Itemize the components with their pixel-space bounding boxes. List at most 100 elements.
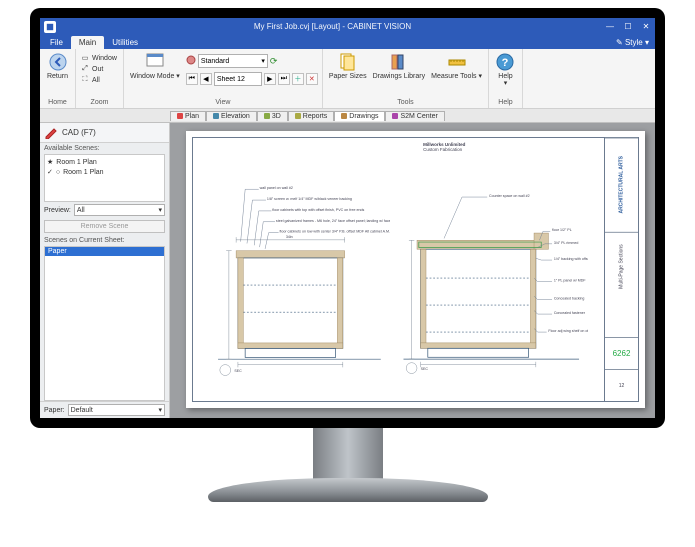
tab-elevation[interactable]: Elevation [206,111,257,121]
svg-text:3/4" PL rimmed: 3/4" PL rimmed [553,241,578,245]
tab-utilities[interactable]: Utilities [104,36,146,49]
tab-file[interactable]: File [42,36,71,49]
sheet-input[interactable] [214,72,262,86]
cube-icon [264,113,270,119]
drawing-header: Millworks Unlimited Custom Fabrication [423,142,465,153]
sheet-scene-item[interactable]: Paper [45,247,164,256]
available-scenes-label: Available Scenes: [40,143,169,154]
tab-main[interactable]: Main [71,36,104,49]
tab-3d[interactable]: 3D [257,111,288,121]
elevation-icon [213,113,219,119]
chevron-down-icon: ▾ [158,206,162,214]
paper-combo[interactable]: Default▾ [68,404,165,416]
window-mode-button[interactable]: Window Mode ▾ [128,51,182,81]
style-dropdown[interactable]: ✎ Style ▾ [610,36,655,49]
cad-pencil-icon [44,125,58,141]
svg-text:1" PL panel w/ MDF: 1" PL panel w/ MDF [553,279,586,283]
svg-text:wall panel on wall #2: wall panel on wall #2 [260,186,293,190]
available-scenes-list[interactable]: ★Room 1 Plan ✓○Room 1 Plan [44,154,165,202]
return-button[interactable]: Return [44,51,71,81]
group-label-home: Home [44,99,71,106]
s2m-icon [392,113,398,119]
check-icon: ✓ [47,168,53,176]
side-panel-title: CAD (F7) [62,128,96,137]
standard-combo[interactable]: Standard▾ [198,54,268,68]
group-label-tools: Tools [327,99,484,106]
svg-text:Floor adj wing shelf on offset: Floor adj wing shelf on offset face inne… [548,329,588,333]
sheet-last-button[interactable]: ⏭ [278,73,290,85]
sheet-add-button[interactable]: ＋ [292,73,304,85]
refresh-icon[interactable]: ⟳ [270,56,278,67]
drawing-sheet: ARCHITECTURAL ARTS Multi-Page Sections 6… [186,131,645,408]
tab-s2m[interactable]: S2M Center [385,111,444,121]
view-tabs: Plan Elevation 3D Reports Drawings S2M C… [40,109,655,123]
zoom-window-button[interactable]: ▭Window [80,53,119,63]
zoom-window-icon: ▭ [80,53,90,63]
svg-text:34in: 34in [286,235,293,239]
drawings-icon [341,113,347,119]
maximize-button[interactable]: ☐ [623,22,633,31]
svg-text:1/4" backing with offset, MDF: 1/4" backing with offset, MDF white flan… [553,257,587,261]
group-label-help: Help [493,99,518,106]
side-panel-header: CAD (F7) [40,123,169,143]
scene-item[interactable]: ✓○Room 1 Plan [47,167,162,177]
tab-reports[interactable]: Reports [288,111,335,121]
paper-sizes-icon [338,52,358,72]
scene-item[interactable]: ★Room 1 Plan [47,157,162,167]
drawing-canvas[interactable]: ARCHITECTURAL ARTS Multi-Page Sections 6… [170,123,655,418]
tab-plan[interactable]: Plan [170,111,206,121]
svg-text:Concealed fastener: Concealed fastener [553,311,585,315]
sheet-prev-button[interactable]: ◀ [200,73,212,85]
svg-text:floor cabinets on low with cen: floor cabinets on low with center 3/4" P… [280,229,390,233]
svg-text:steel galvanized frames - M6 h: steel galvanized frames - M6 hole, 24" f… [276,218,390,222]
title-bar: My First Job.cvj [Layout] - CABINET VISI… [40,18,655,35]
sheet-delete-button[interactable]: ✕ [306,73,318,85]
return-arrow-icon [48,52,68,72]
measure-tools-icon [447,52,467,72]
group-label-view: View [128,99,318,106]
zoom-all-icon: ⛶ [80,75,90,85]
reports-icon [295,113,301,119]
window-title: My First Job.cvj [Layout] - CABINET VISI… [60,22,605,31]
remove-scene-button[interactable]: Remove Scene [44,220,165,233]
sheet-scenes-list[interactable]: Paper [44,246,165,401]
help-icon: ? [495,52,515,72]
chevron-down-icon: ▾ [158,406,162,414]
plan-icon [177,113,183,119]
minimize-button[interactable]: — [605,22,615,31]
menu-bar: File Main Utilities ✎ Style ▾ [40,35,655,49]
sheet-scenes-label: Scenes on Current Sheet: [40,235,169,246]
sheet-next-button[interactable]: ▶ [264,73,276,85]
svg-text:floor cabinets with top with o: floor cabinets with top with offset fini… [273,207,365,211]
tab-drawings[interactable]: Drawings [334,111,385,121]
drawings-library-button[interactable]: Drawings Library [371,51,428,81]
group-label-zoom: Zoom [80,99,119,106]
titleblock-scale: 12 [605,370,638,401]
measure-tools-button[interactable]: Measure Tools ▾ [429,51,484,81]
window-mode-icon [145,52,165,72]
help-button[interactable]: ? Help▾ [493,51,518,88]
titleblock-logo: ARCHITECTURAL ARTS [605,138,638,232]
title-block: ARCHITECTURAL ARTS Multi-Page Sections 6… [604,138,638,401]
titleblock-info [605,300,638,338]
preview-label: Preview: [44,207,71,214]
chevron-down-icon: ▾ [261,57,265,65]
sheet-first-button[interactable]: ⏮ [186,73,198,85]
zoom-out-button[interactable]: ⤢Out [80,64,119,74]
paper-label: Paper: [44,407,65,414]
zoom-all-button[interactable]: ⛶All [80,75,119,85]
circle-icon: ○ [56,169,60,176]
zoom-out-icon: ⤢ [80,64,90,74]
section-left: wall panel on wall #2 1/8" screen w. mel… [209,170,390,386]
paper-sizes-button[interactable]: Paper Sizes [327,51,369,81]
palette-icon [186,52,196,70]
svg-text:?: ? [502,57,509,69]
preview-combo[interactable]: All▾ [74,204,165,216]
svg-text:SEC: SEC [420,367,428,371]
star-icon: ★ [47,158,53,166]
close-button[interactable]: ✕ [641,22,651,31]
svg-text:1/8" screen w. melf 1/4" MDF w: 1/8" screen w. melf 1/4" MDF w/black ven… [267,197,352,201]
section-right: Counter space on wall #2 [399,180,588,385]
svg-text:SEC: SEC [235,368,243,372]
drawings-library-icon [389,52,409,72]
